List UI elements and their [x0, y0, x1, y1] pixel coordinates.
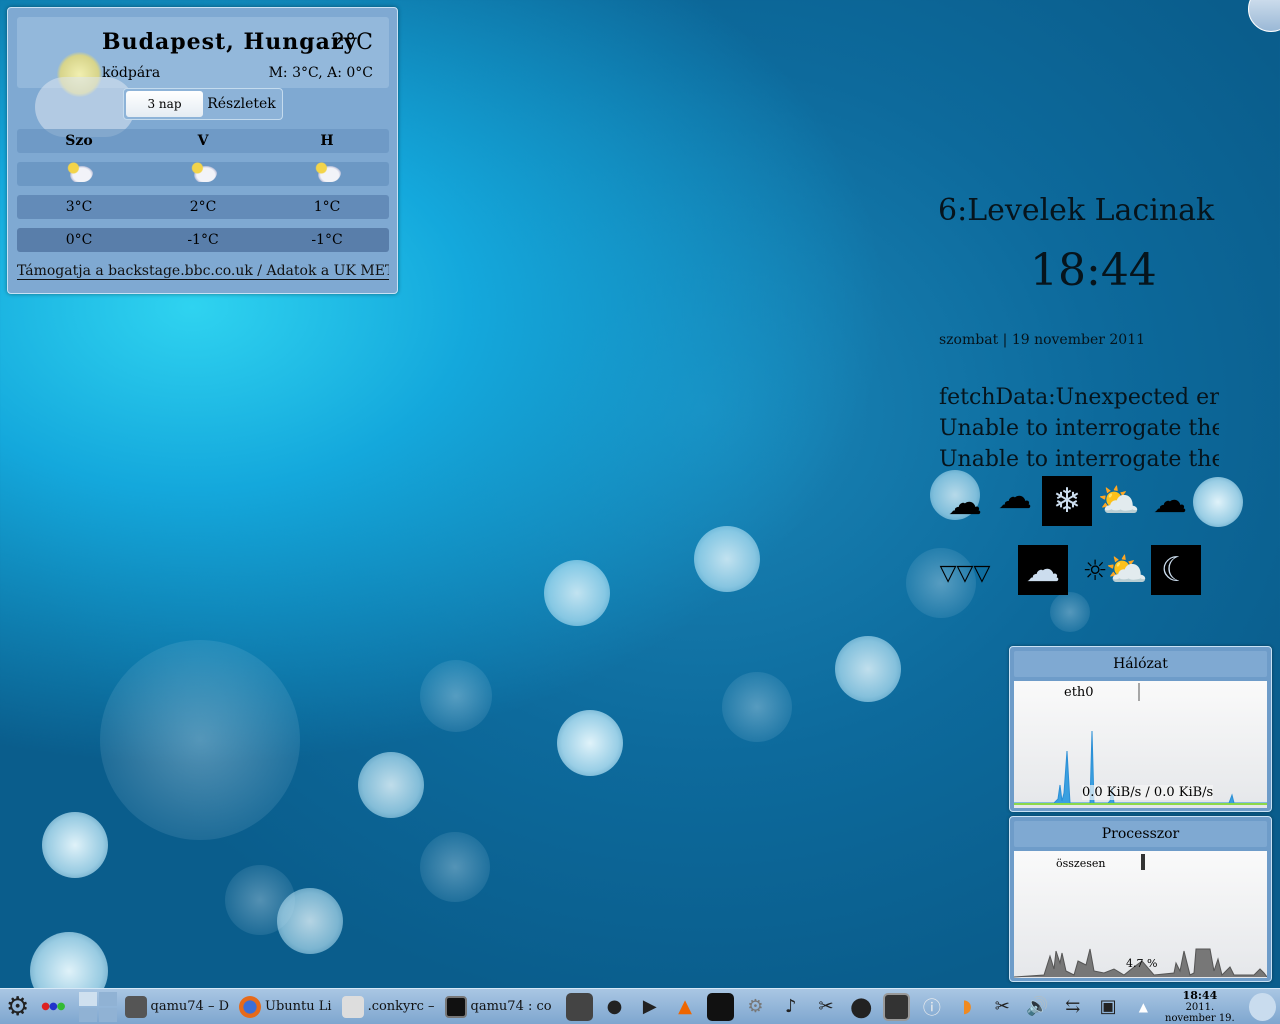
vlc-launcher-icon[interactable]: ▲ — [671, 993, 698, 1021]
night-clear-icon: ☾ — [1151, 545, 1201, 595]
cpu-value: 4.7 % — [1126, 957, 1158, 970]
day: H — [320, 133, 334, 149]
conky-date: szombat | 19 november 2011 — [939, 332, 1146, 348]
app-launcher-icon[interactable]: ● — [601, 993, 628, 1021]
terminal-launcher-icon[interactable] — [706, 992, 734, 1021]
city-name: Budapest, Hungary — [102, 29, 358, 55]
network-monitor: Hálózat eth0 0.0 KiB/s / 0.0 KiB/s — [1009, 646, 1272, 812]
text-editor-icon — [341, 995, 364, 1018]
icons-row — [17, 162, 389, 186]
lows-row: 0°C -1°C -1°C — [17, 228, 389, 252]
rain-icon: ☁ — [1153, 481, 1187, 521]
mail-count: 6:Levelek Lacinak — [938, 193, 1215, 228]
task-text-editor[interactable]: .conkyrc – — [341, 995, 435, 1018]
high-temp: 2°C — [189, 199, 217, 215]
fog-icon: ▽▽▽ — [939, 560, 991, 586]
usb-icon[interactable]: ⇆ — [1059, 993, 1086, 1021]
task-firefox[interactable]: Ubuntu Li — [239, 995, 332, 1018]
taskbar-clock[interactable]: 18:44 2011. november 19. — [1161, 989, 1239, 1024]
tray-expand-icon[interactable]: ▲ — [1130, 993, 1157, 1021]
terminal-icon — [444, 995, 467, 1018]
tab-3-days[interactable]: 3 nap — [126, 91, 203, 117]
day: V — [197, 133, 209, 149]
partly-cloudy-icon — [189, 162, 217, 182]
cloudy-icon: ☁ — [998, 477, 1032, 517]
tab-details[interactable]: Részletek — [203, 91, 280, 117]
file-manager-icon — [124, 995, 147, 1018]
min-max-temp: M: 3°C, A: 0°C — [268, 65, 373, 81]
display-launcher-icon[interactable] — [882, 992, 911, 1021]
cpu-monitor: Processzor összesen 4.7 % — [1009, 816, 1272, 982]
network-graph: eth0 0.0 KiB/s / 0.0 KiB/s — [1014, 681, 1267, 808]
volume-icon[interactable]: 🔊 — [1024, 993, 1051, 1021]
high-temp: 1°C — [313, 199, 341, 215]
media-player-launcher-icon[interactable]: ▶ — [636, 993, 663, 1021]
network-title: Hálózat — [1014, 651, 1267, 677]
taskbar: ⚙ ● ● ● qamu74 – D Ubuntu Li .conkyrc – qa… — [0, 988, 1280, 1024]
partly-cloudy-icon — [313, 162, 341, 182]
low-temp: -1°C — [311, 232, 343, 248]
days-row: Szo V H — [17, 129, 389, 153]
task-label: .conkyrc – — [367, 999, 435, 1014]
partly-cloudy-icon: ⛅ — [1097, 481, 1141, 521]
desktop-2[interactable] — [98, 991, 117, 1006]
condition: ködpára — [102, 65, 161, 81]
night-cloudy-icon: ☁ — [1018, 545, 1068, 595]
desktop-3[interactable] — [78, 1007, 97, 1022]
desktop-1[interactable] — [78, 991, 97, 1006]
task-label: qamu74 – D — [150, 999, 230, 1014]
firefox-icon — [239, 995, 262, 1018]
error-line: fetchData:Unexpected error: <t — [939, 385, 1219, 410]
high-temp: 3°C — [65, 199, 93, 215]
desktop-4[interactable] — [98, 1007, 117, 1022]
task-file-manager[interactable]: qamu74 – D — [124, 995, 230, 1018]
task-label: Ubuntu Li — [265, 999, 332, 1014]
network-tray-icon[interactable]: ▣ — [1094, 993, 1121, 1021]
weather-current: Budapest, Hungary ködpára 2°C M: 3°C, A:… — [17, 17, 389, 137]
partly-cloudy-icon: ⛅ — [1105, 550, 1149, 590]
conky-clock: 18:44 — [1030, 245, 1157, 296]
clock-time: 18:44 — [1182, 989, 1218, 1002]
settings-launcher-icon[interactable]: ⚙ — [742, 993, 769, 1021]
error-line: Unable to interrogate the weat — [939, 416, 1219, 441]
weather-widget: Budapest, Hungary ködpára 2°C M: 3°C, A:… — [7, 7, 398, 294]
low-temp: 0°C — [65, 232, 93, 248]
network-rate: 0.0 KiB/s / 0.0 KiB/s — [1082, 785, 1214, 800]
tray-app-icon[interactable]: ◗ — [953, 993, 980, 1021]
cpu-graph: összesen 4.7 % — [1014, 851, 1267, 978]
tools-launcher-icon[interactable]: ✂ — [812, 993, 839, 1021]
error-line: Unable to interrogate the weat — [939, 447, 1219, 472]
credit-link[interactable]: Támogatja a backstage.bbc.co.uk / Adatok… — [17, 263, 389, 280]
cloud-icon — [35, 77, 135, 137]
pager[interactable] — [78, 991, 117, 1022]
desktop-toolbox-button[interactable] — [1248, 0, 1280, 32]
clock-date: 2011. november 19. — [1165, 1002, 1235, 1024]
conky-errors: fetchData:Unexpected error: <t Unable to… — [939, 382, 1219, 475]
snow-icon: ❄ — [1042, 476, 1092, 526]
task-label: qamu74 : co — [470, 999, 552, 1014]
music-launcher-icon[interactable]: ♪ — [777, 993, 804, 1021]
low-temp: -1°C — [187, 232, 219, 248]
weather-tabs: 3 nap Részletek — [123, 88, 283, 120]
task-terminal[interactable]: qamu74 : co — [444, 995, 552, 1018]
activities-icon[interactable]: ● ● ● — [39, 993, 66, 1021]
printer-launcher-icon[interactable] — [565, 992, 593, 1021]
thunderstorm-icon: ☁ — [948, 483, 982, 523]
day: Szo — [65, 133, 93, 149]
klipper-icon[interactable]: ✂ — [989, 993, 1016, 1021]
highs-row: 3°C 2°C 1°C — [17, 195, 389, 219]
info-icon[interactable]: ⓘ — [918, 993, 945, 1021]
partly-cloudy-icon — [65, 162, 93, 182]
kickoff-menu-icon[interactable]: ⚙ — [4, 992, 31, 1022]
cpu-title: Processzor — [1014, 821, 1267, 847]
disc-launcher-icon[interactable]: ● — [848, 992, 875, 1022]
current-temp: 2°C — [331, 30, 373, 55]
panel-toolbox-icon[interactable] — [1248, 992, 1277, 1021]
